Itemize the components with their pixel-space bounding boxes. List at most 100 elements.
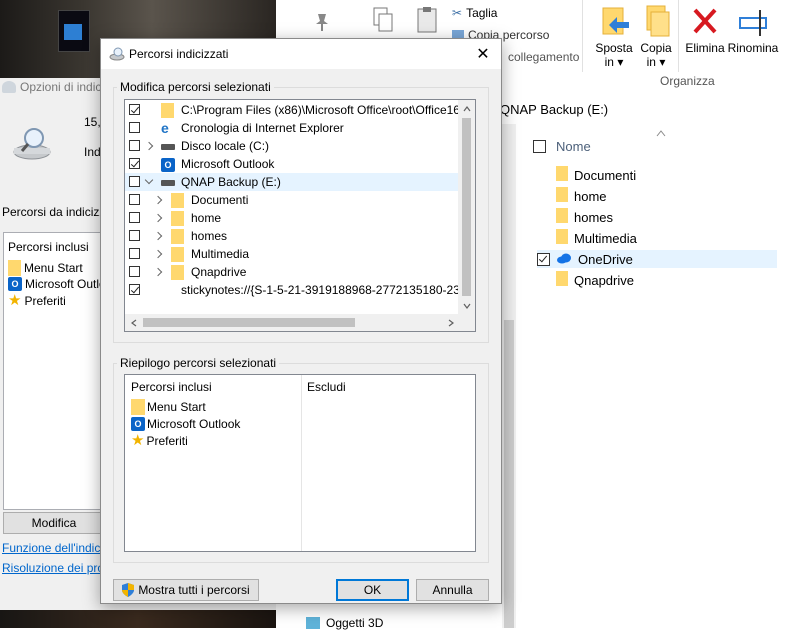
summary-list[interactable]: Percorsi inclusi Escludi Menu Start O Mi…	[124, 374, 476, 552]
ribbon-separator	[582, 0, 583, 72]
outlook-icon: O	[8, 277, 22, 291]
close-icon[interactable]: ✕	[471, 43, 495, 65]
rename-button[interactable]: Rinomina	[726, 4, 780, 55]
tree-row[interactable]: homes	[125, 227, 459, 245]
tree-scroll-thumb[interactable]	[462, 118, 471, 296]
list-item[interactable]: Qnapdrive	[537, 271, 777, 289]
tree-checkbox[interactable]	[129, 266, 140, 277]
tree-row-label: homes	[191, 229, 228, 243]
move-to-icon	[602, 7, 629, 35]
scroll-up-icon[interactable]	[458, 100, 475, 117]
move-to-button[interactable]: Sposta in ▾	[594, 4, 634, 69]
folder-icon	[556, 166, 568, 184]
explorer-nav-scrollbar[interactable]	[502, 124, 516, 628]
dialog-title: Percorsi indicizzati	[129, 47, 229, 61]
tree-row[interactable]: QNAP Backup (E:)	[125, 173, 459, 191]
modify-button[interactable]: Modifica	[3, 512, 105, 534]
tree-row[interactable]: Documenti	[125, 191, 459, 209]
move-to-label: Sposta	[595, 41, 633, 55]
tree-checkbox[interactable]	[129, 194, 140, 205]
paste-shortcut-label[interactable]: collegamento	[508, 50, 579, 64]
scroll-right-icon[interactable]	[442, 314, 459, 331]
cut-button[interactable]: ✂ Taglia	[452, 6, 497, 20]
list-item-label: Preferiti	[24, 294, 66, 308]
chevron-right-icon[interactable]	[153, 267, 163, 277]
star-icon: ★	[131, 432, 145, 449]
tree-checkbox[interactable]	[129, 104, 140, 115]
tree-checkbox[interactable]	[129, 230, 140, 241]
indexing-magnifier-icon	[12, 124, 56, 164]
show-all-label: Mostra tutti i percorsi	[138, 583, 250, 597]
select-all-checkbox[interactable]	[533, 140, 546, 153]
list-item[interactable]: Multimedia	[537, 229, 777, 247]
tree-checkbox[interactable]	[129, 158, 140, 169]
tree-row-label: Cronologia di Internet Explorer	[181, 121, 344, 135]
show-all-locations-button[interactable]: Mostra tutti i percorsi	[113, 579, 259, 601]
cancel-button[interactable]: Annulla	[416, 579, 489, 601]
tree-hscroll-thumb[interactable]	[143, 318, 355, 327]
indexing-icon	[2, 81, 16, 93]
tree-checkbox[interactable]	[129, 140, 140, 151]
copy-to-button[interactable]: Copia in ▾	[636, 4, 676, 69]
delete-button[interactable]: Elimina	[684, 4, 726, 55]
item-checkbox[interactable]	[537, 252, 550, 266]
paste-icon[interactable]	[416, 6, 438, 34]
explorer-nav-scroll-thumb[interactable]	[504, 320, 514, 628]
scroll-down-icon[interactable]	[458, 297, 475, 314]
list-item[interactable]: Documenti	[537, 166, 777, 184]
chevron-right-icon[interactable]	[153, 231, 163, 241]
delete-icon	[693, 8, 717, 34]
tree-row[interactable]: O Microsoft Outlook	[125, 155, 459, 173]
chevron-down-icon[interactable]	[144, 175, 154, 185]
list-item: ★ Preferiti	[131, 432, 188, 449]
chevron-right-icon[interactable]	[153, 213, 163, 223]
copy-icon[interactable]	[372, 6, 394, 34]
tree-row-label: Documenti	[191, 193, 249, 207]
list-item: Menu Start	[8, 260, 83, 276]
pin-icon[interactable]	[312, 12, 332, 35]
locations-label: Percorsi da indicizzar	[2, 205, 117, 219]
indexed-locations-dialog: Percorsi indicizzati ✕ Modifica percorsi…	[100, 38, 502, 604]
tree-row[interactable]: e Cronologia di Internet Explorer	[125, 119, 459, 137]
tree-row-label: Qnapdrive	[191, 265, 247, 279]
indexing-help-link[interactable]: Funzione dell'indicizza	[2, 541, 100, 555]
tree-checkbox[interactable]	[129, 122, 140, 133]
tree-horizontal-scrollbar[interactable]	[125, 314, 459, 331]
tree-row[interactable]: stickynotes://{S-1-5-21-3919188968-27721…	[125, 281, 475, 299]
included-locations-list[interactable]: Percorsi inclusi Menu Start O Microsoft …	[3, 232, 115, 510]
tree-row[interactable]: Multimedia	[125, 245, 459, 263]
chevron-right-icon[interactable]	[153, 249, 163, 259]
tree-row[interactable]: C:\Program Files (x86)\Microsoft Office\…	[125, 101, 475, 119]
tree-checkbox[interactable]	[129, 248, 140, 259]
tree-row[interactable]: home	[125, 209, 459, 227]
sort-up-icon	[656, 126, 666, 137]
ok-button[interactable]: OK	[336, 579, 409, 601]
chevron-right-icon[interactable]	[144, 141, 154, 151]
windows-logo	[64, 24, 82, 40]
troubleshoot-link[interactable]: Risoluzione dei proble	[2, 561, 100, 575]
list-item-label: Preferiti	[146, 434, 188, 448]
scrollbar-corner	[459, 314, 475, 331]
list-item[interactable]: homes	[537, 208, 777, 226]
list-item: O Microsoft Outlook	[131, 417, 240, 431]
list-item[interactable]: OneDrive	[537, 250, 777, 268]
tree-vertical-scrollbar[interactable]	[458, 100, 475, 314]
tree-checkbox[interactable]	[129, 176, 140, 187]
copy-to-icon	[646, 5, 670, 37]
name-column-header[interactable]: Nome	[533, 139, 591, 154]
chevron-right-icon[interactable]	[153, 195, 163, 205]
indexing-status: Ind	[84, 145, 101, 159]
tree-row[interactable]: Disco locale (C:)	[125, 137, 459, 155]
scroll-left-icon[interactable]	[125, 314, 142, 331]
tree-row[interactable]: Qnapdrive	[125, 263, 459, 281]
locations-tree[interactable]: C:\Program Files (x86)\Microsoft Office\…	[124, 99, 476, 332]
list-item-label: OneDrive	[578, 251, 633, 267]
list-item[interactable]: home	[537, 187, 777, 205]
list-item-label: Menu Start	[147, 400, 206, 414]
rename-label: Rinomina	[727, 41, 779, 55]
modify-locations-title: Modifica percorsi selezionati	[117, 80, 274, 94]
address-bar[interactable]: QNAP Backup (E:)	[500, 102, 608, 117]
tree-checkbox[interactable]	[129, 212, 140, 223]
3d-objects-icon	[306, 617, 320, 629]
tree-checkbox[interactable]	[129, 284, 140, 295]
